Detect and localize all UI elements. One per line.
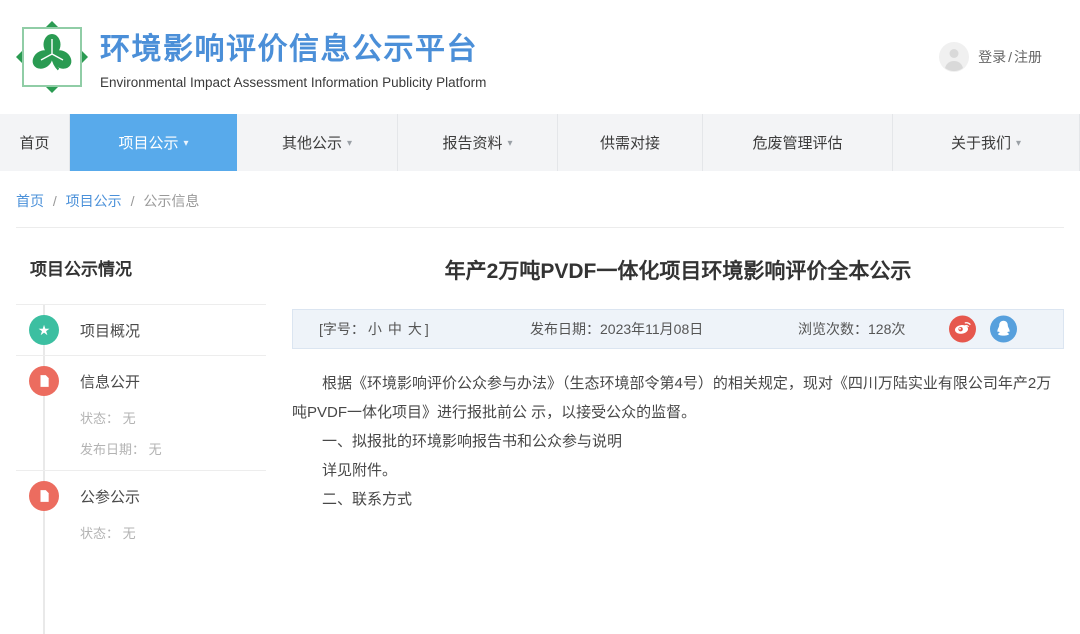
article-paragraph: 二、联系方式 (322, 491, 413, 508)
breadcrumb-home[interactable]: 首页 (16, 193, 44, 209)
status-text: 状态： 无 (80, 526, 136, 541)
article-title: 年产2万吨PVDF一体化项目环境影响评价全本公示 (444, 260, 912, 283)
status-text: 状态： 无 (80, 411, 136, 426)
nav-item-hazardous-waste[interactable]: 危废管理评估 (703, 114, 893, 171)
sidebar: 项目公示情况 ★ 项目概况 信息公开 状态： 无 发布日期： 无 公参公示 状态… (16, 255, 266, 634)
article: 年产2万吨PVDF一体化项目环境影响评价全本公示 [字号：小中大] 发布日期：2… (292, 255, 1064, 554)
article-paragraph: 一、拟报批的环境影响报告书和公众参与说明 (322, 433, 623, 450)
sidebar-item-label: 项目概况 (80, 322, 141, 340)
font-size-label-close: ] (424, 321, 429, 337)
nav-item-home[interactable]: 首页 (0, 114, 70, 171)
nav-item-other-publicity[interactable]: 其他公示 ▾ (237, 114, 398, 171)
font-size-small-button[interactable]: 小 (368, 321, 382, 337)
breadcrumb-project-publicity[interactable]: 项目公示 (66, 193, 122, 209)
nav-item-project-publicity[interactable]: 项目公示 ▾ (70, 114, 237, 171)
breadcrumb-current: 公示信息 (143, 193, 200, 209)
site-subtitle: Environmental Impact Assessment Informat… (100, 75, 487, 90)
publish-date: 发布日期：2023年11月08日 (530, 321, 704, 337)
sidebar-title: 项目公示情况 (30, 260, 132, 279)
nav-item-label: 其他公示 (281, 135, 342, 152)
nav-item-label: 报告资料 (442, 135, 503, 152)
login-link[interactable]: 登录 (978, 47, 1006, 67)
article-paragraph: 详见附件。 (322, 462, 398, 479)
chevron-down-icon: ▾ (507, 138, 513, 149)
article-info-bar: [字号：小中大] 发布日期：2023年11月08日 浏览次数：128次 (292, 309, 1064, 349)
document-icon (29, 481, 59, 511)
nav-item-about-us[interactable]: 关于我们 ▾ (893, 114, 1080, 171)
main-nav: 首页 项目公示 ▾ 其他公示 ▾ 报告资料 ▾ 供需对接 危废管理评估 关于我们… (0, 114, 1080, 171)
nav-item-label: 供需对接 (599, 135, 660, 152)
sidebar-item-public-participation[interactable]: 公参公示 状态： 无 (16, 471, 266, 554)
font-size-large-button[interactable]: 大 (408, 321, 422, 337)
font-size-medium-button[interactable]: 中 (388, 321, 402, 337)
content: 项目公示情况 ★ 项目概况 信息公开 状态： 无 发布日期： 无 公参公示 状态… (0, 255, 1080, 634)
breadcrumb-separator: / (130, 193, 135, 209)
breadcrumb-separator: / (52, 193, 57, 209)
chevron-down-icon: ▾ (183, 138, 189, 149)
site-logo[interactable] (14, 19, 90, 95)
site-title-block: 环境影响评价信息公示平台 Environmental Impact Assess… (100, 24, 486, 90)
view-count: 浏览次数：128次 (798, 321, 906, 337)
project-timeline: ★ 项目概况 信息公开 状态： 无 发布日期： 无 公参公示 状态： 无 (16, 304, 266, 634)
document-icon (29, 366, 59, 396)
page: 环境影响评价信息公示平台 Environmental Impact Assess… (0, 0, 1080, 634)
nav-item-label: 首页 (19, 135, 50, 152)
clover-logo-icon (16, 21, 88, 93)
nav-item-label: 项目公示 (118, 135, 179, 152)
qq-share-icon[interactable] (990, 315, 1017, 343)
login-register-separator: / (1008, 49, 1012, 65)
star-glyph: ★ (37, 322, 51, 338)
breadcrumb: 首页 / 项目公示 / 公示信息 (16, 191, 1064, 228)
nav-item-report-materials[interactable]: 报告资料 ▾ (398, 114, 558, 171)
nav-item-supply-demand[interactable]: 供需对接 (558, 114, 703, 171)
star-icon: ★ (29, 315, 59, 345)
sidebar-item-label: 信息公开 (80, 373, 141, 391)
font-size-label: [字号： (319, 321, 365, 337)
sidebar-item-information-disclosure[interactable]: 信息公开 状态： 无 发布日期： 无 (16, 356, 266, 471)
site-header: 环境影响评价信息公示平台 Environmental Impact Assess… (0, 0, 1080, 114)
login-area: 登录 / 注册 (939, 42, 1042, 72)
nav-item-label: 关于我们 (950, 135, 1011, 152)
publish-date-text: 发布日期： 无 (80, 442, 162, 457)
chevron-down-icon: ▾ (346, 138, 353, 149)
article-paragraph: 根据《环境影响评价公众参与办法》（生态环境部令第4号）的相关规定，现对《四川万陆… (292, 375, 1052, 421)
user-avatar-icon (939, 42, 970, 72)
sidebar-item-label: 公参公示 (80, 488, 141, 506)
weibo-share-icon[interactable] (949, 315, 976, 343)
site-title: 环境影响评价信息公示平台 (100, 33, 478, 66)
chevron-down-icon: ▾ (1015, 138, 1022, 149)
font-size-control: [字号：小中大] (319, 319, 429, 339)
sidebar-item-project-overview[interactable]: ★ 项目概况 (16, 305, 266, 356)
register-link[interactable]: 注册 (1014, 47, 1042, 67)
nav-item-label: 危废管理评估 (752, 135, 843, 152)
